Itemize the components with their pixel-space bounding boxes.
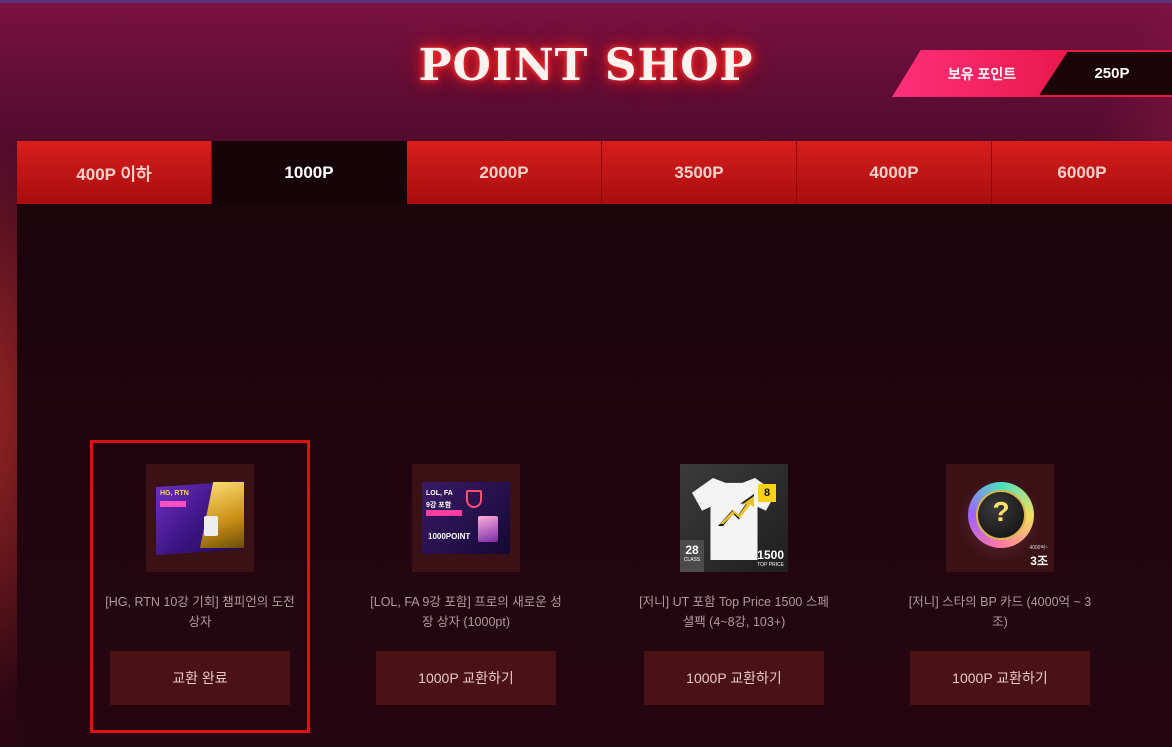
shield-icon bbox=[466, 490, 482, 508]
tab-3500p[interactable]: 3500P bbox=[602, 141, 797, 204]
shop-item-pro-growth-box: LOL, FA 9강 포함 1000POINT [LOL, FA 9강 포함] … bbox=[356, 464, 576, 705]
grade-badge: 8 bbox=[758, 484, 776, 502]
bp-range-value: 3조 bbox=[1030, 554, 1048, 568]
item-thumbnail: 8 28 CLASS 1500 TOP PRICE bbox=[680, 464, 788, 572]
tab-1000p[interactable]: 1000P bbox=[212, 141, 407, 204]
tab-2000p[interactable]: 2000P bbox=[407, 141, 602, 204]
item-name: [저니] 스타의 BP 카드 (4000억 ~ 3조) bbox=[908, 595, 1092, 629]
price-caption: TOP PRICE bbox=[757, 562, 784, 568]
exchange-button[interactable]: 1000P 교환하기 bbox=[910, 651, 1090, 705]
item-name: [LOL, FA 9강 포함] 프로의 새로운 성장 상자 (1000pt) bbox=[370, 595, 562, 629]
box-label: LOL, FA bbox=[426, 490, 453, 497]
class-number: 28 bbox=[685, 543, 699, 557]
shop-item-bp-card: ? 4000억~ 3조 [저니] 스타의 BP 카드 (4000억 ~ 3조) … bbox=[890, 464, 1110, 705]
exchange-button[interactable]: 1000P 교환하기 bbox=[376, 651, 556, 705]
top-price-label: 1500 TOP PRICE bbox=[757, 548, 784, 568]
selected-item-highlight bbox=[90, 440, 310, 733]
item-thumbnail: ? 4000억~ 3조 bbox=[946, 464, 1054, 572]
question-mark-icon: ? bbox=[992, 496, 1010, 527]
player-card-icon bbox=[478, 516, 498, 542]
top-border-line bbox=[0, 0, 1172, 3]
points-balance: 보유 포인트 250P bbox=[892, 50, 1172, 97]
tab-4000p[interactable]: 4000P bbox=[797, 141, 992, 204]
price-number: 1500 bbox=[757, 548, 784, 562]
box-points-label: 1000POINT bbox=[428, 532, 471, 541]
exchange-button[interactable]: 1000P 교환하기 bbox=[644, 651, 824, 705]
box-sublabel: 9강 포함 bbox=[426, 502, 452, 509]
shop-item-top-price-pack: 8 28 CLASS 1500 TOP PRICE [저니] UT 포함 Top… bbox=[624, 464, 844, 705]
points-label: 보유 포인트 bbox=[947, 66, 1017, 82]
class-badge: 28 CLASS bbox=[680, 540, 704, 572]
box-band bbox=[426, 510, 462, 516]
bp-range-caption: 4000억~ bbox=[1029, 545, 1048, 551]
price-tabs: 400P 이하 1000P 2000P 3500P 4000P 6000P bbox=[17, 141, 1172, 204]
tab-400p[interactable]: 400P 이하 bbox=[17, 141, 212, 204]
tab-6000p[interactable]: 6000P bbox=[992, 141, 1172, 204]
item-thumbnail: LOL, FA 9강 포함 1000POINT bbox=[412, 464, 520, 572]
item-name: [저니] UT 포함 Top Price 1500 스페셜팩 (4~8강, 10… bbox=[639, 595, 829, 629]
class-label: CLASS bbox=[683, 557, 701, 563]
points-value: 250P bbox=[1094, 65, 1130, 82]
